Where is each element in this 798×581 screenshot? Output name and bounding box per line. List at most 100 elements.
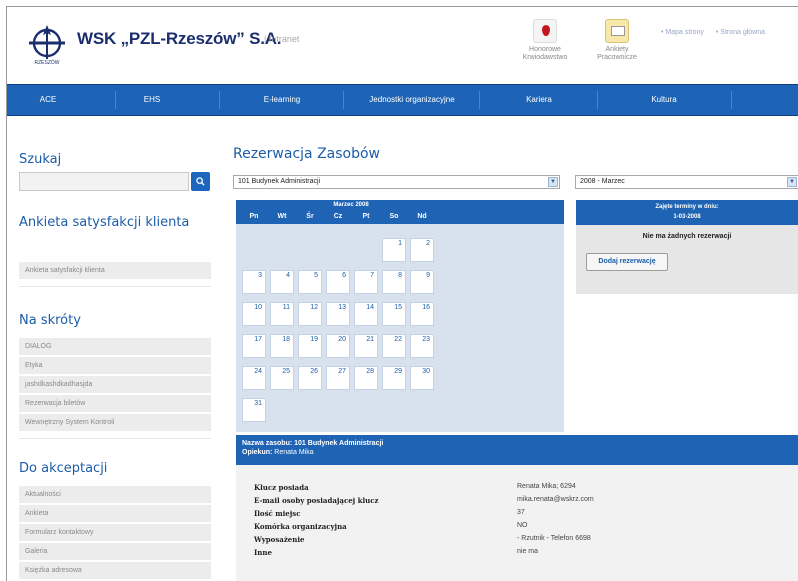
sidebar-item-internal-control[interactable]: Wewnętrzny System Kontroli — [19, 414, 211, 432]
survey-icon — [605, 19, 629, 43]
search-button[interactable] — [191, 172, 210, 191]
employee-surveys-label-2: Pracownicze — [597, 54, 637, 61]
calendar-day[interactable]: 22 — [382, 334, 406, 358]
nav-divider — [731, 91, 732, 109]
sidebar-item-survey[interactable]: Ankieta satysfakcji klienta — [19, 262, 211, 280]
calendar-day[interactable]: 21 — [354, 334, 378, 358]
nav-divider — [479, 91, 480, 109]
blood-donation-link[interactable]: Honorowe Krwiodawstwo — [515, 19, 575, 62]
calendar-day[interactable]: 10 — [242, 302, 266, 326]
resource-details: Nazwa zasobu: 101 Budynek Administracji … — [236, 435, 798, 581]
detail-row: Wyposażenie - Rzutnik - Telefon 6698 — [254, 535, 794, 546]
search-icon — [196, 177, 205, 186]
detail-row: Inne nie ma — [254, 548, 794, 559]
nav-item-ace[interactable]: ACE — [7, 85, 89, 115]
blood-donation-label-1: Honorowe — [529, 46, 561, 53]
survey-heading: Ankieta satysfakcji klienta — [19, 215, 190, 230]
nav-item-culture[interactable]: Kultura — [599, 85, 729, 115]
calendar-day[interactable]: 5 — [298, 270, 322, 294]
resource-select[interactable]: 101 Budynek Administracji ▼ — [233, 175, 560, 189]
add-reservation-button[interactable]: Dodaj rezerwację — [586, 253, 668, 271]
calendar-day[interactable]: 9 — [410, 270, 434, 294]
sidebar-item-news[interactable]: Aktualności — [19, 486, 211, 504]
calendar-day[interactable]: 29 — [382, 366, 406, 390]
calendar-day[interactable]: 30 — [410, 366, 434, 390]
home-link[interactable]: • Strona główna — [716, 29, 765, 36]
resource-name-label: Nazwa zasobu: — [242, 440, 293, 447]
weekday-label: Śr — [306, 213, 314, 220]
sidebar-divider — [19, 438, 211, 439]
sidebar-item-address-book[interactable]: Księżka adresowa — [19, 562, 211, 580]
calendar-day[interactable]: 18 — [270, 334, 294, 358]
calendar-day[interactable]: 14 — [354, 302, 378, 326]
resource-name: 101 Budynek Administracji — [294, 440, 384, 447]
calendar-day[interactable]: 2 — [410, 238, 434, 262]
calendar-day[interactable]: 7 — [354, 270, 378, 294]
month-select[interactable]: 2008 - Marzec ▼ — [575, 175, 798, 189]
company-name[interactable]: WSK „PZL-Rzeszów” S.A. — [77, 29, 282, 49]
calendar-day[interactable]: 1 — [382, 238, 406, 262]
nav-item-e-learning[interactable]: E-learning — [221, 85, 343, 115]
nav-item-career[interactable]: Kariera — [481, 85, 597, 115]
resource-keeper: Renata Mika — [274, 449, 314, 456]
nav-divider — [343, 91, 344, 109]
booking-date: 1-03-2008 — [673, 214, 701, 220]
calendar-day[interactable]: 8 — [382, 270, 406, 294]
calendar-day[interactable]: 20 — [326, 334, 350, 358]
calendar-day[interactable]: 31 — [242, 398, 266, 422]
sitemap-link[interactable]: • Mapa strony — [661, 29, 704, 36]
calendar-day[interactable]: 25 — [270, 366, 294, 390]
sidebar-item-dialog[interactable]: DIALOG — [19, 338, 211, 356]
resource-name-line: Nazwa zasobu: 101 Budynek Administracji — [242, 439, 798, 448]
calendar-day[interactable]: 12 — [298, 302, 322, 326]
detail-value: - Rzutnik - Telefon 6698 — [517, 535, 591, 542]
nav-item-units[interactable]: Jednostki organizacyjne — [345, 85, 479, 115]
employee-surveys-link[interactable]: Ankiety Pracownicze — [587, 19, 647, 62]
calendar-day[interactable]: 24 — [242, 366, 266, 390]
weekday-label: Pt — [362, 213, 370, 220]
sidebar-item-custom[interactable]: jashdkashdkadhasjda — [19, 376, 211, 394]
page-frame: RZESZÓW WSK „PZL-Rzeszów” S.A. | Intrane… — [6, 6, 798, 581]
detail-value: NO — [517, 522, 528, 529]
sidebar: Szukaj Ankieta satysfakcji klienta Ankie… — [7, 117, 222, 581]
acceptance-heading: Do akceptacji — [19, 461, 108, 476]
calendar-header: Marzec 2008 Pn Wt Śr Cz Pt So Nd — [236, 200, 564, 224]
calendar-day[interactable]: 15 — [382, 302, 406, 326]
nav-item-ehs[interactable]: EHS — [117, 85, 187, 115]
detail-key: E-mail osoby posiadającej klucz — [254, 496, 379, 505]
calendar-day[interactable]: 19 — [298, 334, 322, 358]
calendar-day[interactable]: 16 — [410, 302, 434, 326]
weekday-label: Nd — [417, 213, 427, 220]
calendar-day[interactable]: 4 — [270, 270, 294, 294]
shortcuts-heading: Na skróty — [19, 313, 81, 328]
calendar-day[interactable]: 28 — [354, 366, 378, 390]
search-heading: Szukaj — [19, 152, 62, 167]
chevron-down-icon[interactable]: ▼ — [548, 177, 558, 187]
detail-key: Wyposażenie — [254, 535, 305, 544]
detail-key: Inne — [254, 548, 272, 557]
company-logo-icon[interactable]: RZESZÓW — [25, 21, 69, 65]
search-input[interactable] — [19, 172, 189, 191]
calendar-month: Marzec 2008 — [333, 202, 369, 208]
weekday-label: Wt — [277, 213, 287, 220]
calendar-day[interactable]: 27 — [326, 366, 350, 390]
sidebar-item-poll[interactable]: Ankieta — [19, 505, 211, 523]
sidebar-item-ethics[interactable]: Etyka — [19, 357, 211, 375]
calendar-day[interactable]: 13 — [326, 302, 350, 326]
sidebar-item-tickets[interactable]: Rezerwacja biletów — [19, 395, 211, 413]
sidebar-item-gallery[interactable]: Galeria — [19, 543, 211, 561]
calendar-day[interactable]: 3 — [242, 270, 266, 294]
weekday-label: So — [389, 213, 399, 220]
chevron-down-icon[interactable]: ▼ — [787, 177, 797, 187]
sidebar-item-contact-form[interactable]: Formularz kontaktowy — [19, 524, 211, 542]
calendar-day[interactable]: 17 — [242, 334, 266, 358]
calendar-day[interactable]: 23 — [410, 334, 434, 358]
booking-title: Zajęte terminy w dniu: — [655, 204, 719, 210]
calendar-day[interactable]: 26 — [298, 366, 322, 390]
calendar-day[interactable]: 11 — [270, 302, 294, 326]
booking-panel: Zajęte terminy w dniu: 1-03-2008 Nie ma … — [576, 200, 798, 294]
detail-row: Ilość miejsc 37 — [254, 509, 794, 520]
calendar-day[interactable]: 6 — [326, 270, 350, 294]
main-nav: ACE EHS E-learning Jednostki organizacyj… — [7, 84, 798, 116]
header: RZESZÓW WSK „PZL-Rzeszów” S.A. | Intrane… — [7, 7, 798, 81]
